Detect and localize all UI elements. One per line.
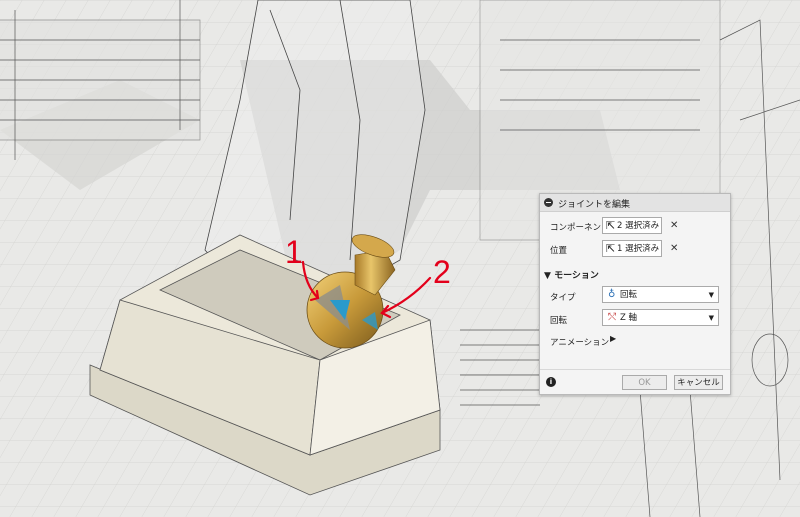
component-selection-text: 2 選択済み <box>617 221 660 231</box>
dialog-title: ジョイントを編集 <box>558 200 631 210</box>
chevron-down-icon: ▼ <box>708 291 714 299</box>
ok-button[interactable]: OK <box>622 375 667 390</box>
motion-section-header[interactable]: ▼ モーション <box>544 268 599 281</box>
type-dropdown[interactable]: ♁ 回転 ▼ <box>602 286 719 303</box>
edit-joint-dialog: ジョイントを編集 コンポーネント ⇱ 2 選択済み ✕ 位置 ⇱ 1 選択済み … <box>539 193 731 395</box>
type-label: タイプ <box>550 293 576 303</box>
animation-label: アニメーション <box>550 338 610 348</box>
clear-position-icon[interactable]: ✕ <box>670 243 678 254</box>
clear-component-icon[interactable]: ✕ <box>670 220 678 231</box>
type-value: 回転 <box>620 290 638 300</box>
expand-triangle-icon: ▼ <box>544 271 551 281</box>
rotation-axis-dropdown[interactable]: ⤲ Z 軸 ▼ <box>602 309 719 326</box>
play-animation-icon[interactable]: ▶ <box>610 334 616 343</box>
revolute-joint-icon: ♁ <box>608 289 616 300</box>
component-label: コンポーネント <box>550 223 610 233</box>
left-background-part <box>0 0 201 160</box>
dialog-title-bar[interactable]: ジョイントを編集 <box>540 194 730 212</box>
rotation-label: 回転 <box>550 316 568 326</box>
dialog-footer: i OK キャンセル <box>540 369 730 395</box>
component-selection-button[interactable]: ⇱ 2 選択済み <box>602 217 662 234</box>
annotation-label-2: 2 <box>433 254 451 290</box>
collapse-icon[interactable] <box>544 198 553 207</box>
z-axis-icon: ⤲ <box>608 312 616 323</box>
info-icon[interactable]: i <box>546 377 556 387</box>
position-selection-text: 1 選択済み <box>617 244 660 254</box>
rotation-value: Z 軸 <box>620 313 638 323</box>
position-selection-button[interactable]: ⇱ 1 選択済み <box>602 240 662 257</box>
motion-section-title: モーション <box>554 271 599 281</box>
position-label: 位置 <box>550 246 568 256</box>
pointer-icon: ⇱ <box>606 219 616 232</box>
chevron-down-icon: ▼ <box>708 314 714 322</box>
annotation-label-1: 1 <box>285 234 303 270</box>
cancel-button[interactable]: キャンセル <box>674 375 723 390</box>
pointer-icon: ⇱ <box>606 242 616 255</box>
